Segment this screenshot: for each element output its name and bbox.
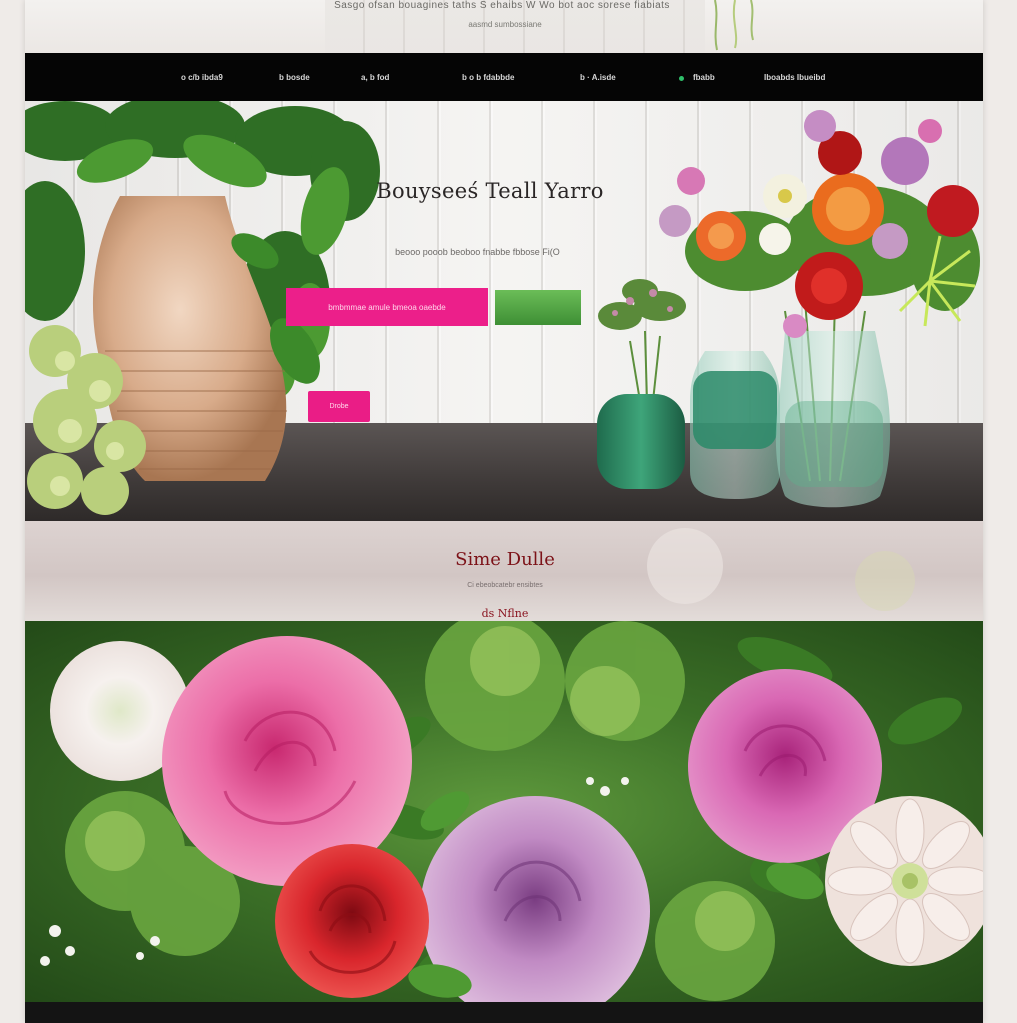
bouquet-vases-image (597, 110, 980, 508)
main-nav: o c/b ibda9 b bosde a, b fod b o b fdabb… (25, 53, 983, 101)
footer-bar (25, 1002, 983, 1023)
hero-section: Bouyseeś Teall Yarro beooo pooob beoboo … (25, 101, 983, 521)
section-title: Sime Dulle (455, 549, 555, 570)
nav-item-3[interactable]: a, b fod (361, 73, 389, 82)
active-dot-icon (679, 76, 684, 81)
nav-item-1[interactable]: o c/b ibda9 (181, 73, 223, 82)
nav-item-5[interactable]: b · A.isde (580, 73, 616, 82)
nav-item-6[interactable]: fbabb (693, 73, 715, 82)
hero-title: Bouyseeś Teall Yarro (376, 179, 604, 203)
hero-secondary-button[interactable] (495, 290, 581, 325)
page: Sasgo ofsan bouagines taths S ehaibs W W… (25, 0, 983, 1023)
nav-item-7[interactable]: Iboabds Ibueibd (764, 73, 825, 82)
section-link[interactable]: ds Nflne (445, 607, 565, 620)
hero-subtitle: beooo pooob beoboo fnabbe fbbose Fi(O (395, 247, 560, 257)
roses-arrangement-image (40, 621, 983, 1002)
header-tagline: Sasgo ofsan bouagines taths S ehaibs W W… (334, 0, 670, 11)
hero-primary-button[interactable]: bmbmmae amule bmeoa oaebde (286, 288, 488, 326)
nav-item-2[interactable]: b bosde (279, 73, 310, 82)
top-banner: Sasgo ofsan bouagines taths S ehaibs W W… (25, 0, 983, 53)
section-subtitle: Ci ebeobcatebr ensibtes (467, 582, 543, 589)
flower-gallery-image (25, 621, 983, 1002)
nav-item-4[interactable]: b o b fdabbde (462, 73, 514, 82)
header-subline: aasmd sumbossiane (468, 20, 542, 29)
section-header: Sime Dulle Ci ebeobcatebr ensibtes ds Nf… (25, 521, 983, 621)
hero-small-button[interactable]: Drobe (308, 391, 370, 422)
faded-flower-icon (647, 528, 915, 611)
